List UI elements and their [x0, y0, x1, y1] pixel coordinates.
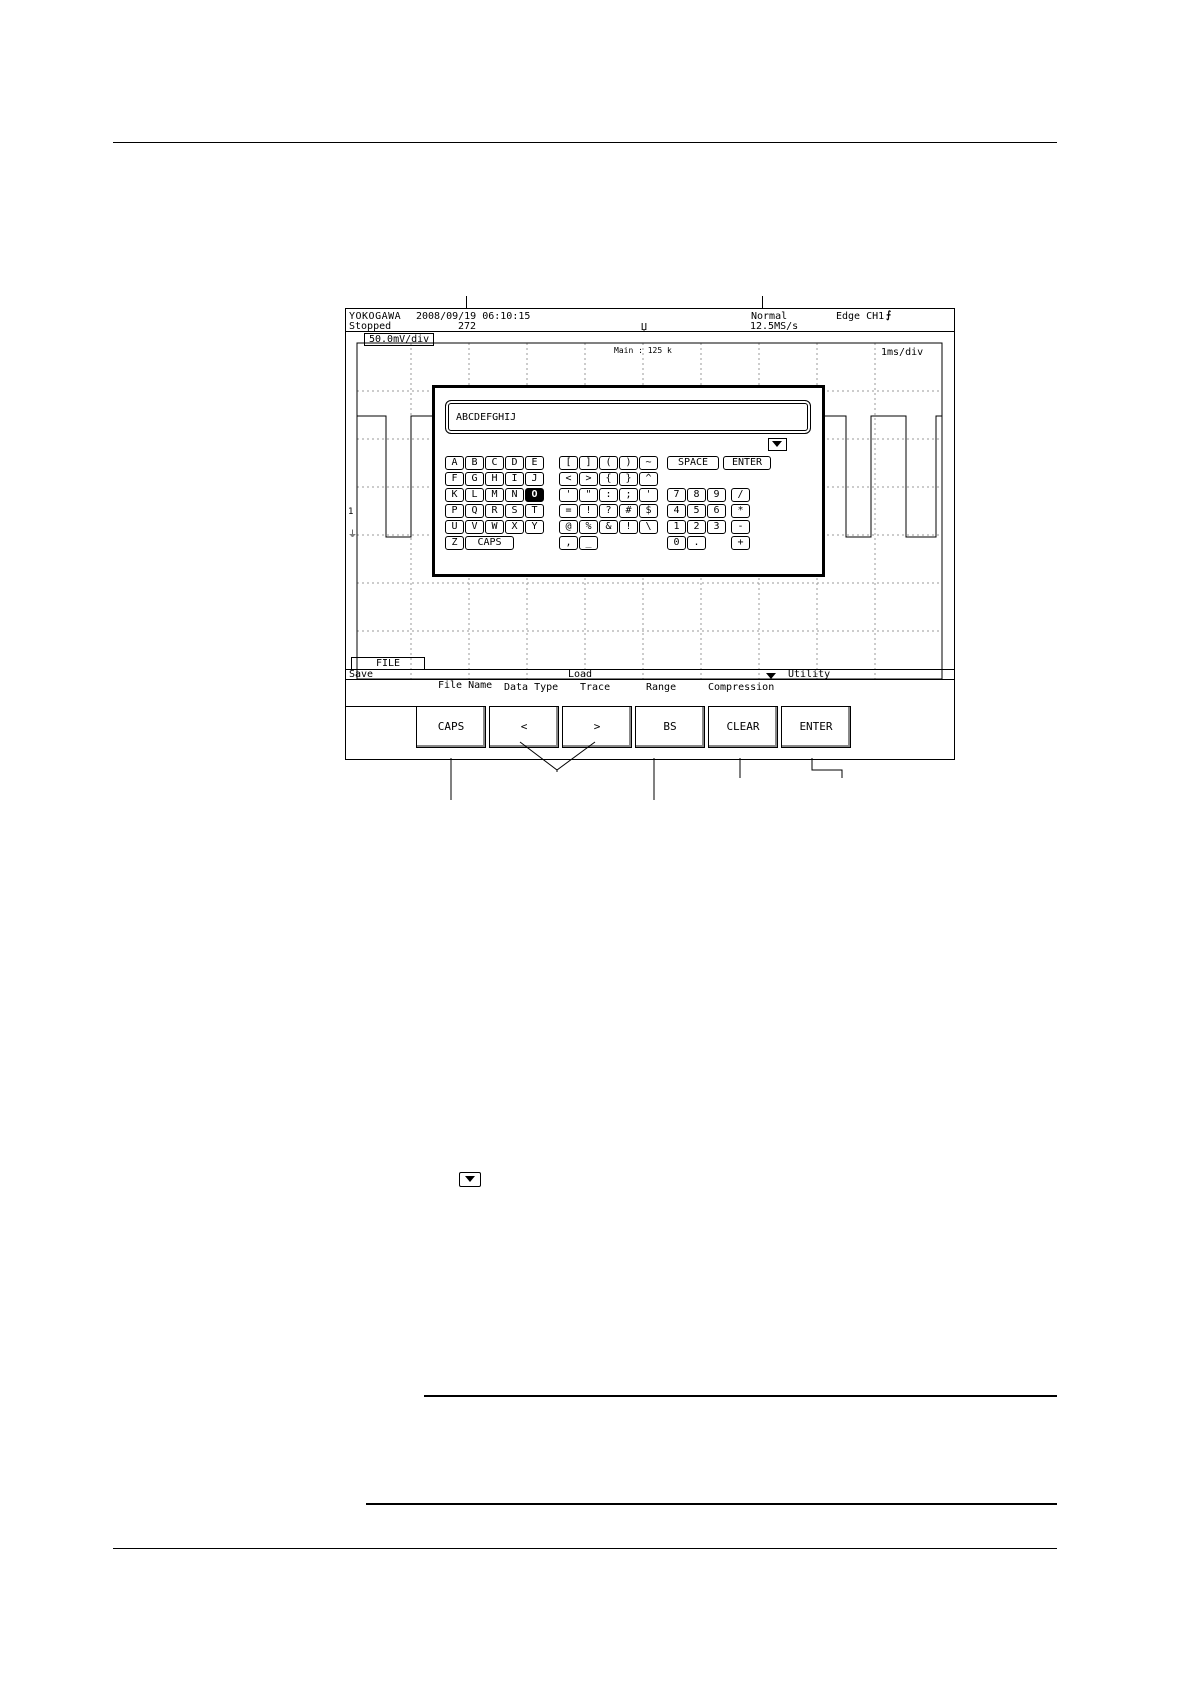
inline-dropdown-icon-box	[459, 1172, 481, 1187]
callout-lines-bottom	[450, 741, 843, 800]
triangle-down-icon	[465, 1176, 475, 1182]
